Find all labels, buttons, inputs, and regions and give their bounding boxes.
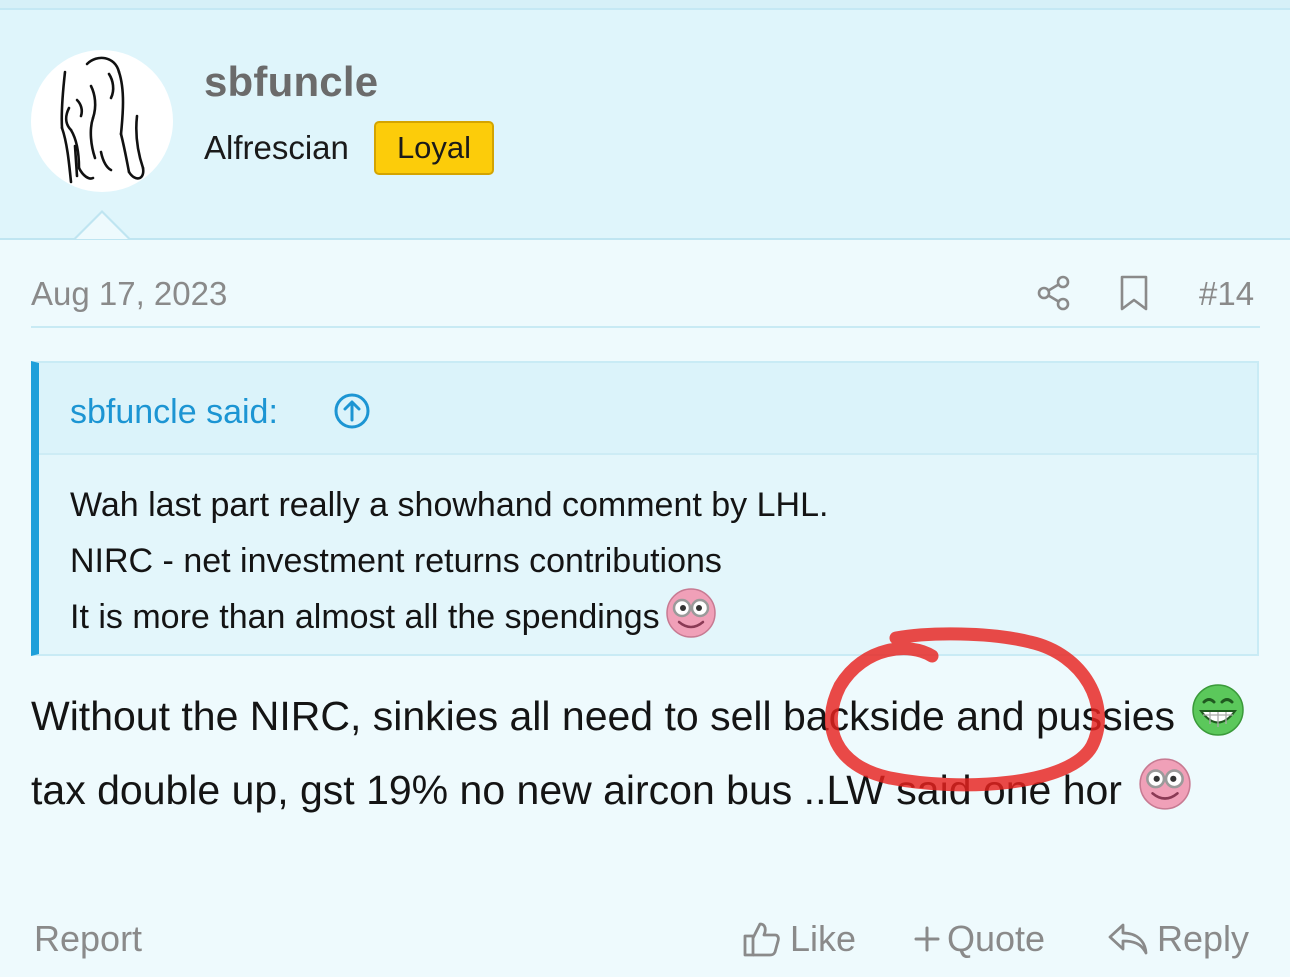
quote-content: Wah last part really a showhand comment … xyxy=(70,477,828,645)
quote-label: Quote xyxy=(947,918,1046,959)
reply-label: Reply xyxy=(1157,918,1250,959)
nerd-emoji xyxy=(1137,756,1193,830)
like-button[interactable]: Like xyxy=(742,918,856,960)
reply-arrow-icon xyxy=(1107,921,1149,957)
quote-line: It is more than almost all the spendings xyxy=(70,587,828,645)
reply-button[interactable]: Reply xyxy=(1107,918,1249,960)
nerd-emoji xyxy=(664,586,718,649)
username[interactable]: sbfuncle xyxy=(204,58,378,106)
share-icon[interactable] xyxy=(1034,272,1074,314)
quote-author[interactable]: sbfuncle said: xyxy=(70,393,278,432)
avatar[interactable] xyxy=(31,50,173,192)
grin-emoji xyxy=(1190,682,1246,756)
quote-line: Wah last part really a showhand comment … xyxy=(70,485,829,524)
top-border xyxy=(0,0,1290,10)
message-text: tax double up, gst 19% no new aircon bus… xyxy=(31,766,1122,813)
quote-button[interactable]: Quote xyxy=(913,918,1045,960)
user-badge: Loyal xyxy=(374,121,494,175)
thumbs-up-icon xyxy=(742,919,782,959)
avatar-drawing xyxy=(60,56,145,184)
bookmark-icon[interactable] xyxy=(1116,272,1152,314)
post-date[interactable]: Aug 17, 2023 xyxy=(31,275,227,313)
plus-icon xyxy=(913,925,941,953)
post-number[interactable]: #14 xyxy=(1199,275,1254,313)
quote-line: NIRC - net investment returns contributi… xyxy=(70,541,722,580)
meta-divider xyxy=(31,326,1260,328)
like-label: Like xyxy=(790,918,857,959)
arrow-up-circle-icon[interactable] xyxy=(332,391,372,431)
header-caret-inner xyxy=(76,213,128,239)
quote-block: sbfuncle said: Wah last part really a sh… xyxy=(31,361,1259,656)
report-link[interactable]: Report xyxy=(34,918,142,960)
user-header: sbfuncle Alfrescian Loyal xyxy=(0,10,1290,240)
message-text: Without the NIRC, sinkies all need to se… xyxy=(31,692,1176,739)
user-title: Alfrescian xyxy=(204,129,349,166)
quote-header: sbfuncle said: xyxy=(39,363,1257,455)
post-message: Without the NIRC, sinkies all need to se… xyxy=(31,682,1261,830)
